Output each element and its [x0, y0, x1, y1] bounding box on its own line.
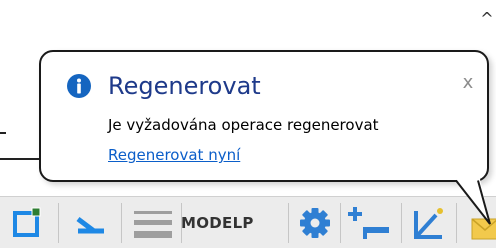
ucs-icon[interactable]	[408, 205, 450, 241]
status-bar-separator	[288, 203, 289, 243]
drawing-line	[0, 158, 42, 160]
drawing-line	[0, 132, 6, 134]
polar-tracking-icon[interactable]	[72, 205, 108, 241]
snap-square-icon[interactable]	[10, 205, 44, 241]
status-bar-separator	[401, 203, 402, 243]
info-icon	[67, 74, 91, 98]
model-paper-toggle[interactable]: MODELP	[181, 212, 281, 234]
regenerate-now-link[interactable]: Regenerovat nyní	[108, 145, 240, 165]
notification-icon[interactable]	[462, 205, 496, 241]
balloon-message: Je vyžadována operace regenerovat	[108, 116, 379, 134]
scroll-up-arrow[interactable]: ^	[479, 9, 495, 29]
gear-icon[interactable]	[297, 205, 333, 241]
balloon-title: Regenerovat	[108, 72, 261, 100]
status-bar-separator	[340, 203, 341, 243]
status-bar-separator	[456, 203, 457, 243]
status-bar-separator	[121, 203, 122, 243]
add-scale-icon[interactable]	[347, 205, 393, 241]
status-bar-separator	[58, 203, 59, 243]
close-icon[interactable]: x	[458, 71, 478, 95]
lineweight-icon[interactable]	[132, 205, 174, 241]
